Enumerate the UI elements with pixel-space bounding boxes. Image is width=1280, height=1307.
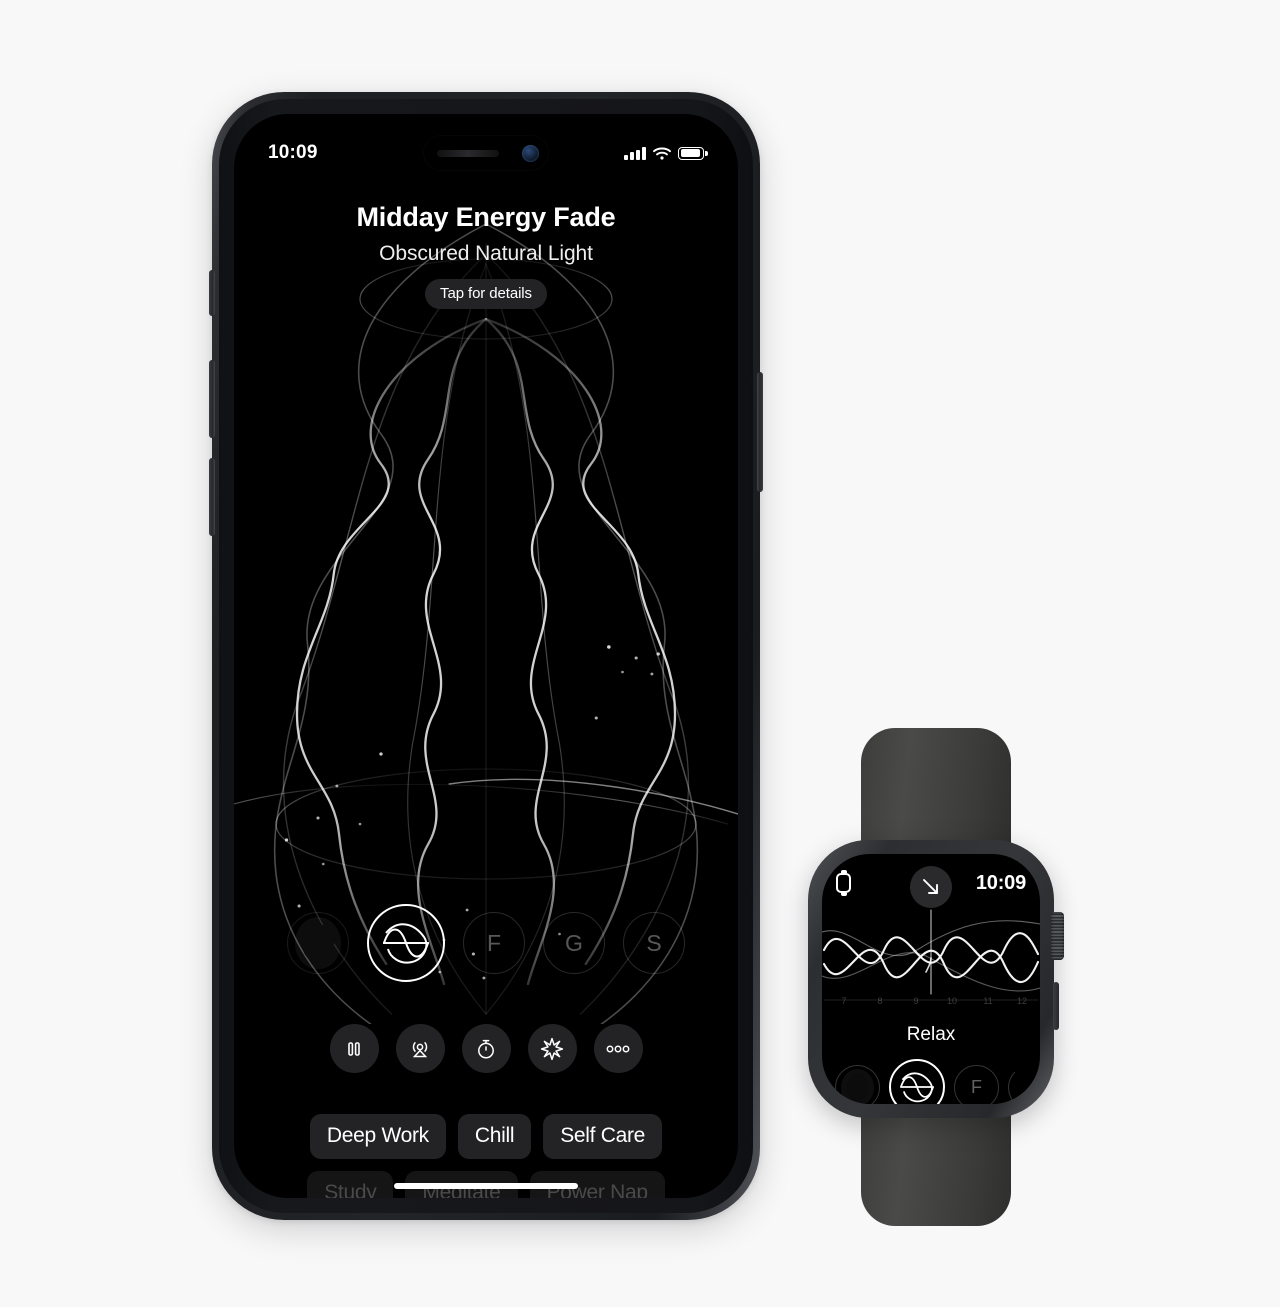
watch-sound-visualization: 7 8 9 10 11 12 [822, 909, 1040, 1006]
wave-circle-icon [383, 923, 429, 964]
apple-watch-device: 10:09 7 8 9 10 11 12 Relax F [800, 728, 1072, 1226]
svg-text:11: 11 [983, 996, 992, 1006]
preset-self-care[interactable]: Self Care [543, 1114, 663, 1159]
wifi-icon [653, 147, 671, 160]
svg-text:7: 7 [841, 996, 846, 1006]
watch-sound-option-blob[interactable] [835, 1064, 880, 1104]
screenshot-canvas: 10:09 Midday Energy Fade Obscured Natura… [0, 0, 1280, 1307]
battery-icon [678, 146, 708, 160]
watch-status-bar: 10:09 [822, 866, 1040, 908]
iphone-screen: 10:09 Midday Energy Fade Obscured Natura… [234, 114, 738, 1198]
iphone-bezel: 10:09 Midday Energy Fade Obscured Natura… [219, 99, 753, 1213]
watch-case: 10:09 7 8 9 10 11 12 Relax F [808, 840, 1064, 1118]
svg-text:9: 9 [913, 996, 918, 1006]
now-playing-header: Midday Energy Fade Obscured Natural Ligh… [234, 202, 738, 309]
home-indicator[interactable] [394, 1183, 578, 1189]
sound-selector: F G S [234, 904, 738, 982]
sound-option-selected[interactable] [367, 904, 445, 982]
tap-for-details-button[interactable]: Tap for details [425, 279, 547, 309]
effects-button[interactable] [527, 1024, 577, 1073]
signal-bars-icon [624, 146, 646, 160]
power-button[interactable] [757, 372, 763, 492]
watch-outline-icon [836, 870, 851, 896]
playback-controls [234, 1024, 738, 1073]
pause-button[interactable] [329, 1024, 379, 1073]
svg-text:8: 8 [877, 996, 882, 1006]
status-bar: 10:09 [234, 138, 738, 168]
preset-chill[interactable]: Chill [457, 1114, 532, 1159]
wave-circle-icon [900, 1072, 934, 1103]
action-button[interactable] [209, 270, 215, 316]
starburst-icon [540, 1037, 564, 1060]
sound-option-blob[interactable] [287, 912, 349, 974]
pause-icon [348, 1041, 360, 1056]
svg-text:12: 12 [1017, 996, 1027, 1006]
sound-option-s[interactable]: S [623, 912, 685, 974]
watch-time: 10:09 [975, 871, 1026, 894]
sound-option-g[interactable]: G [543, 912, 605, 974]
iphone-device: 10:09 Midday Energy Fade Obscured Natura… [209, 92, 763, 1220]
stopwatch-icon [478, 1039, 494, 1059]
watch-side-button[interactable] [1053, 982, 1059, 1030]
page-subtitle: Obscured Natural Light [379, 242, 593, 265]
preset-row-1: Deep Work Chill Self Care [260, 1114, 712, 1159]
timer-button[interactable] [461, 1024, 511, 1073]
airplay-icon [412, 1041, 428, 1057]
volume-up-button[interactable] [209, 360, 215, 438]
airplay-button[interactable] [395, 1024, 445, 1073]
watch-sound-option-partial[interactable] [1008, 1064, 1040, 1104]
page-title: Midday Energy Fade [356, 202, 616, 232]
more-button[interactable] [593, 1024, 643, 1073]
volume-down-button[interactable] [209, 458, 215, 536]
sound-option-f[interactable]: F [463, 912, 525, 974]
preset-deep-work[interactable]: Deep Work [309, 1114, 446, 1159]
arrow-down-right-button[interactable] [910, 866, 952, 908]
watch-sound-label: Relax [906, 1024, 956, 1045]
watch-sound-selector: F [822, 1059, 1040, 1104]
preset-study[interactable]: Study [307, 1171, 394, 1198]
watch-sound-option-selected[interactable] [889, 1059, 945, 1104]
watch-sound-option-f[interactable]: F [954, 1064, 999, 1104]
status-bar-indicators [624, 146, 708, 160]
digital-crown[interactable] [1051, 912, 1064, 960]
ellipsis-icon [606, 1045, 630, 1052]
watch-screen: 10:09 7 8 9 10 11 12 Relax F [822, 854, 1040, 1104]
arrow-down-right-icon [923, 879, 938, 894]
status-bar-time: 10:09 [268, 142, 318, 163]
svg-text:10: 10 [947, 996, 957, 1006]
